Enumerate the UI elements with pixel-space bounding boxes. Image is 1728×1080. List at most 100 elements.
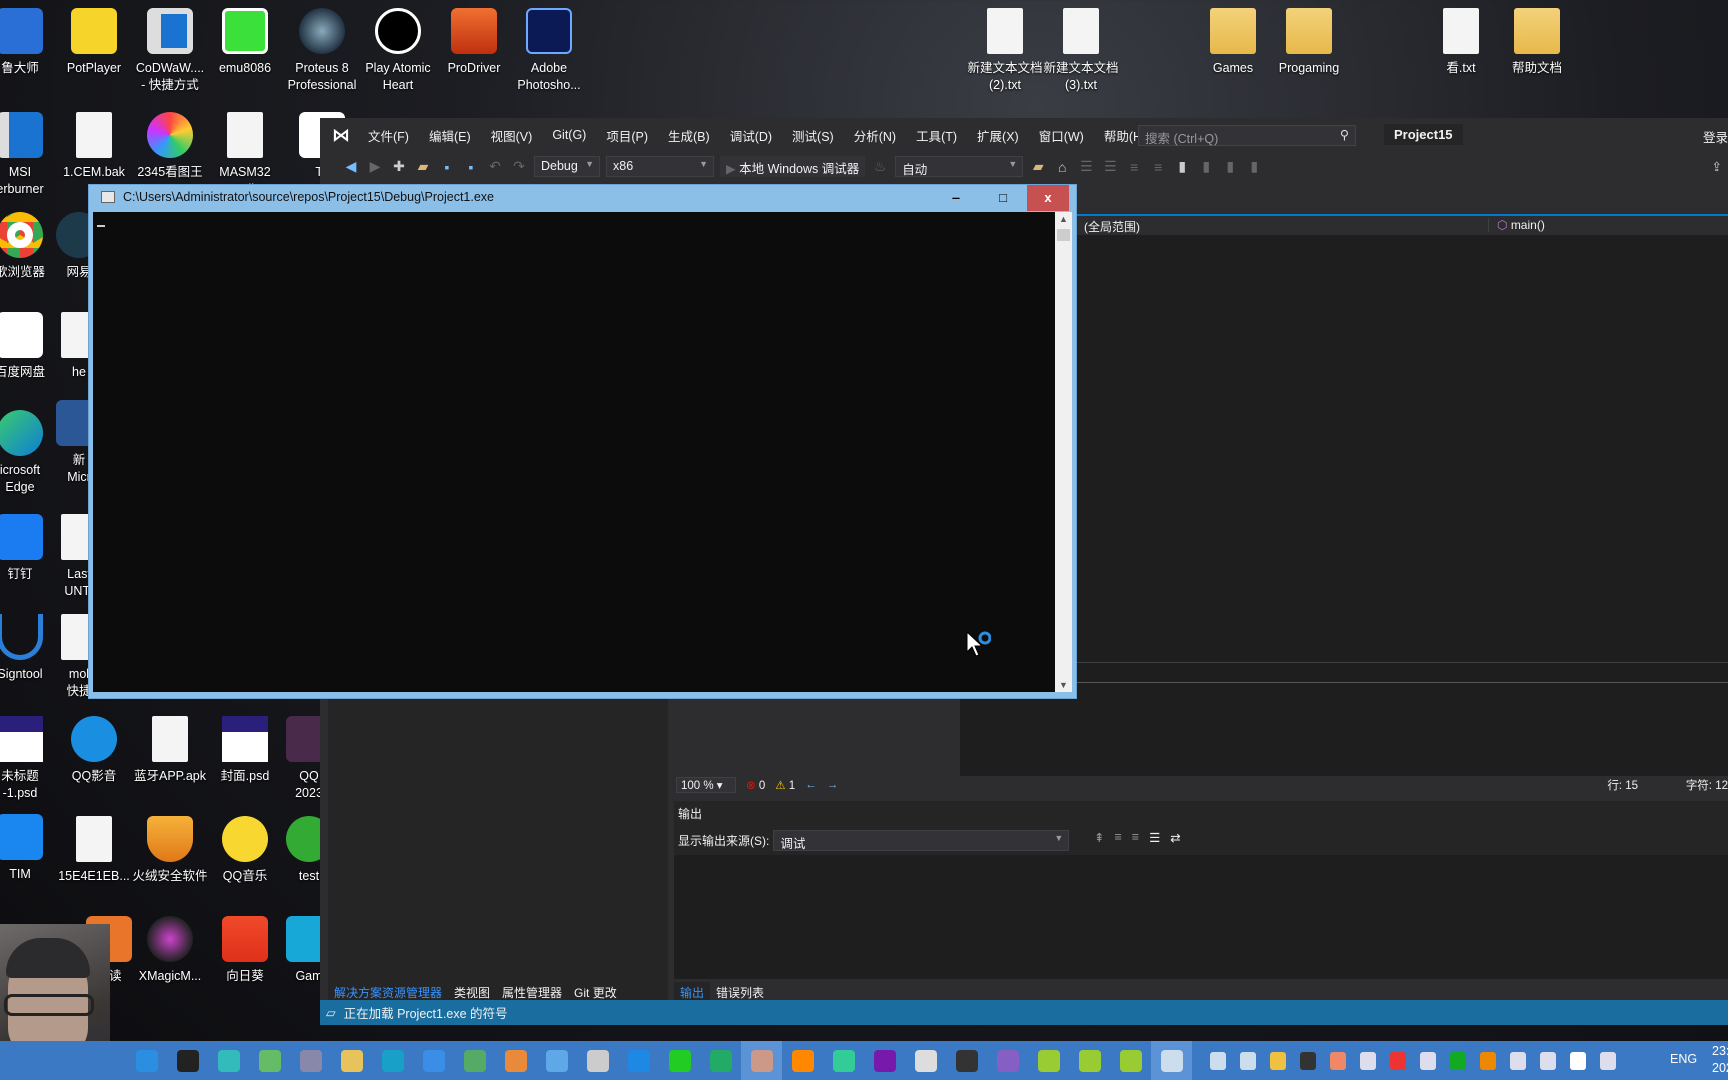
bookmark-icon[interactable]: ▮	[1173, 158, 1191, 175]
console-scrollbar[interactable]: ▲ ▼	[1055, 212, 1072, 692]
taskbar-obs-button[interactable]	[946, 1041, 987, 1080]
taskbar-monitor-button[interactable]	[536, 1041, 577, 1080]
volume-icon[interactable]	[1540, 1051, 1556, 1070]
indent-icon[interactable]: ☰	[1077, 158, 1095, 175]
menu-window[interactable]: 窗口(W)	[1039, 126, 1084, 145]
menu-build[interactable]: 生成(B)	[668, 126, 710, 145]
search-input[interactable]: 搜索 (Ctrl+Q) ⚲	[1138, 125, 1356, 146]
taskbar-onenote-button[interactable]	[864, 1041, 905, 1080]
copy-icon[interactable]	[1360, 1051, 1376, 1070]
scroll-down-icon[interactable]: ▼	[1055, 680, 1072, 690]
menu-debug[interactable]: 调试(D)	[730, 126, 772, 145]
desktop-icon-txt3[interactable]: 新建文本文档 (3).txt	[1042, 8, 1120, 94]
taskbar-shark-button[interactable]	[618, 1041, 659, 1080]
find-message-icon[interactable]: ⇞	[1094, 830, 1104, 845]
taskbar-cloud-button[interactable]	[823, 1041, 864, 1080]
output-source-select[interactable]: 调试 ▼	[773, 830, 1070, 851]
undo-icon[interactable]: ↶	[486, 158, 504, 175]
desktop-icon-untitled-psd[interactable]: 未标题 -1.psd	[0, 716, 59, 802]
login-link[interactable]: 登录	[1703, 127, 1728, 146]
maximize-button[interactable]: □	[982, 185, 1024, 211]
taskbar-anime-button[interactable]	[905, 1041, 946, 1080]
warnings-indicator[interactable]: ⚠ 1	[775, 778, 795, 792]
taskbar-diamond-button[interactable]	[659, 1041, 700, 1080]
desktop-icon-help-docs[interactable]: 帮助文档	[1498, 8, 1576, 77]
uncomment-icon[interactable]: ≡	[1149, 159, 1167, 175]
window-icon[interactable]	[1270, 1051, 1286, 1070]
console-output[interactable]	[93, 212, 1055, 692]
share-icon[interactable]: ⇪	[1712, 159, 1722, 174]
menu-view[interactable]: 视图(V)	[491, 126, 533, 145]
configuration-select[interactable]: Debug ▼	[534, 156, 600, 177]
taskbar-orange-button[interactable]	[782, 1041, 823, 1080]
menu-tools[interactable]: 工具(T)	[916, 126, 957, 145]
comment-icon[interactable]: ≡	[1125, 159, 1143, 175]
save-icon[interactable]: ▪	[438, 159, 456, 175]
obs-icon[interactable]	[1300, 1051, 1316, 1070]
desktop-icon-bluetooth-apk[interactable]: 蓝牙APP.apk	[131, 716, 209, 785]
desktop-icon-potplayer[interactable]: PotPlayer	[55, 8, 133, 77]
desktop-icon-photoshop[interactable]: Adobe Photosho...	[510, 8, 588, 94]
taskbar-avatar-button[interactable]	[741, 1041, 782, 1080]
menu-edit[interactable]: 编辑(E)	[429, 126, 471, 145]
prev-message-icon[interactable]: ≡	[1114, 830, 1121, 845]
desktop-icon-prodriver[interactable]: ProDriver	[435, 8, 513, 77]
network-icon[interactable]	[1510, 1051, 1526, 1070]
close-button[interactable]: x	[1027, 185, 1069, 211]
desktop-icon-tim[interactable]: TIM	[0, 814, 59, 883]
usb-icon[interactable]	[1420, 1051, 1436, 1070]
new-project-icon[interactable]: ✚	[390, 158, 408, 175]
desktop-icon-progaming[interactable]: Progaming	[1270, 8, 1348, 77]
taskbar-kugou-button[interactable]	[126, 1041, 167, 1080]
taskbar-folder-button[interactable]	[331, 1041, 372, 1080]
taskbar-tool-button[interactable]	[454, 1041, 495, 1080]
taskbar-help-button[interactable]	[1028, 1041, 1069, 1080]
minimize-button[interactable]: ‒	[935, 185, 977, 211]
prev-bookmark-icon[interactable]: ▮	[1197, 158, 1215, 175]
menu-project[interactable]: 项目(P)	[606, 126, 648, 145]
desktop-icon-2345viewer[interactable]: 2345看图王	[131, 112, 209, 181]
desktop-icon-cem-bak[interactable]: 1.CEM.bak	[55, 112, 133, 181]
scope-select[interactable]: (全局范围)	[1084, 218, 1140, 235]
clear-bookmarks-icon[interactable]: ▮	[1245, 158, 1263, 175]
taskbar-wps-button[interactable]	[700, 1041, 741, 1080]
open-folder-icon[interactable]: ▰	[414, 158, 432, 175]
network-printer-icon[interactable]	[1240, 1051, 1256, 1070]
desktop-icon-games[interactable]: Games	[1194, 8, 1272, 77]
next-issue-icon[interactable]: →	[827, 779, 839, 791]
outdent-icon[interactable]: ☰	[1101, 158, 1119, 175]
taskbar-drive-button[interactable]	[577, 1041, 618, 1080]
sogou-icon[interactable]	[1390, 1051, 1406, 1070]
network-printer-icon[interactable]	[1210, 1051, 1226, 1070]
forward-icon[interactable]: ▶	[366, 158, 384, 175]
desktop-icon-15e4[interactable]: 15E4E1EB...	[55, 816, 133, 885]
errors-indicator[interactable]: ⊗ 0	[746, 778, 765, 792]
desktop-icon-huorong[interactable]: 火绒安全软件	[131, 816, 209, 885]
desktop-icon-qq-player[interactable]: QQ影音	[55, 716, 133, 785]
taskbar-v-button[interactable]	[372, 1041, 413, 1080]
microphone-icon[interactable]	[1570, 1051, 1586, 1070]
taskbar-help-button[interactable]	[1069, 1041, 1110, 1080]
platform-select[interactable]: x86 ▼	[606, 156, 714, 177]
taskbar-camera-button[interactable]	[495, 1041, 536, 1080]
scroll-thumb[interactable]	[1057, 229, 1070, 241]
desktop-icon-atomic-heart[interactable]: Play Atomic Heart	[359, 8, 437, 94]
auto-select[interactable]: 自动 ▼	[895, 156, 1024, 177]
pen-icon[interactable]	[1600, 1051, 1616, 1070]
redo-icon[interactable]: ↷	[510, 158, 528, 175]
language-indicator[interactable]: ENG	[1670, 1052, 1697, 1066]
taskbar-visual-studio-button[interactable]	[987, 1041, 1028, 1080]
taskbar-building-button[interactable]	[290, 1041, 331, 1080]
menu-file[interactable]: 文件(F)	[368, 126, 409, 145]
desktop-icon-txt2[interactable]: 新建文本文档 (2).txt	[966, 8, 1044, 94]
clock[interactable]: 23:202	[1712, 1043, 1728, 1077]
output-content[interactable]	[674, 855, 1728, 979]
desktop-icon-proteus[interactable]: Proteus 8 Professional	[283, 8, 361, 94]
start-debugger-button[interactable]: ▶ 本地 Windows 调试器	[720, 156, 866, 177]
desktop-icon-msi-afterburner[interactable]: MSI erburner	[0, 112, 59, 198]
scroll-up-icon[interactable]: ▲	[1055, 214, 1072, 224]
desktop-icon-ludashi[interactable]: 鲁大师	[0, 8, 59, 77]
taskbar-sync-button[interactable]	[249, 1041, 290, 1080]
desktop-icon-xmagic[interactable]: XMagicM...	[131, 916, 209, 985]
taskbar-qq-penguin-button[interactable]	[167, 1041, 208, 1080]
